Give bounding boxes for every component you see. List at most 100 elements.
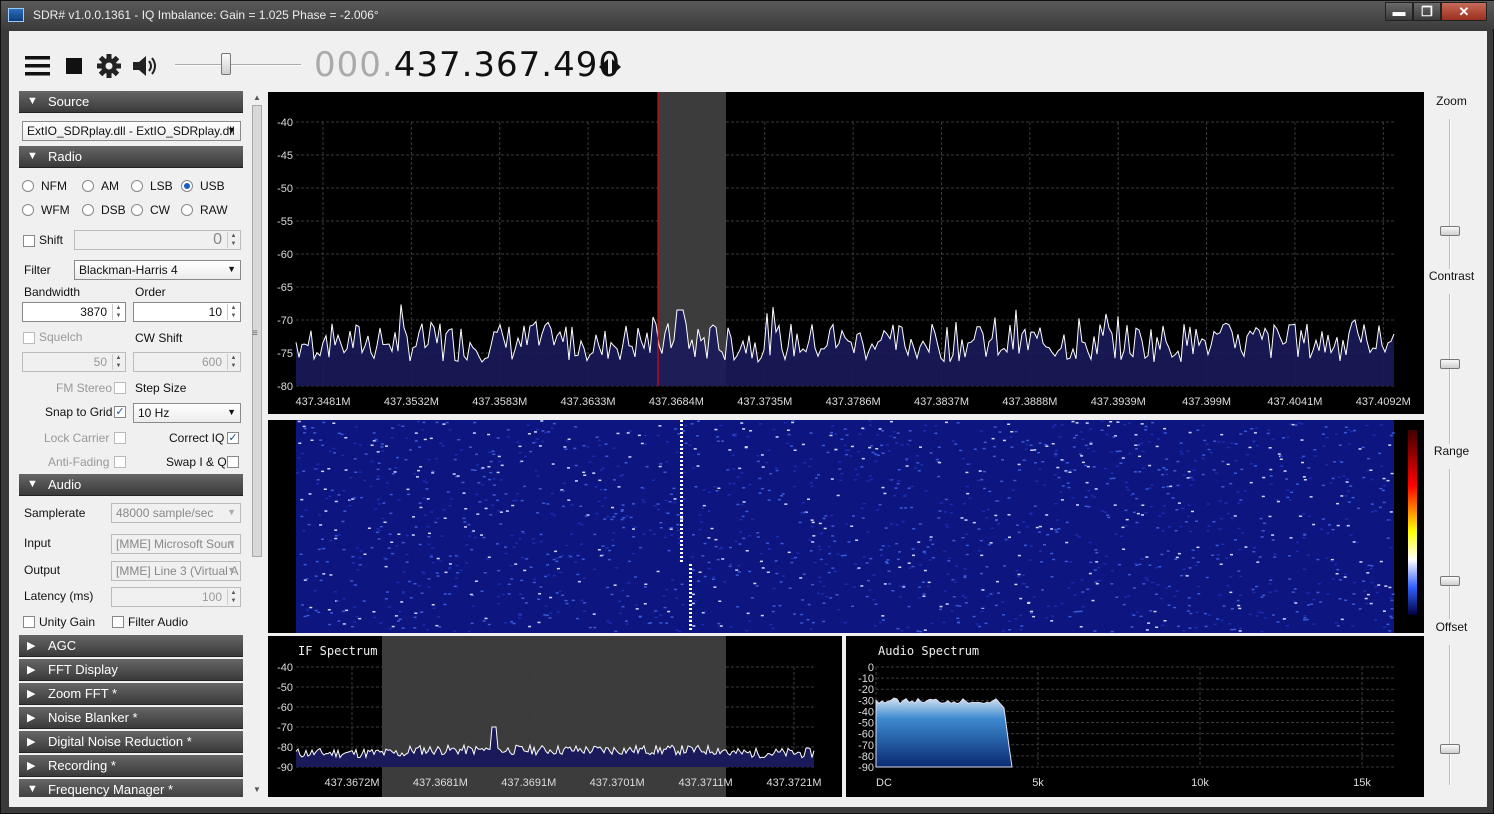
panel-scrollbar[interactable]: ▲ ▼ bbox=[250, 91, 264, 797]
section-header-fft-display[interactable]: ▶ FFT Display bbox=[19, 659, 243, 681]
contrast-slider-track[interactable] bbox=[1449, 294, 1451, 444]
splitter-grip-icon[interactable]: ≡ bbox=[252, 328, 258, 339]
mode-radio-nfm[interactable] bbox=[22, 180, 34, 192]
order-input[interactable]: 10 ▲ ▼ bbox=[133, 302, 241, 322]
filteraudio-checkbox[interactable] bbox=[112, 616, 124, 628]
range-slider-thumb[interactable] bbox=[1440, 576, 1460, 586]
source-device-select[interactable]: ExtIO_SDRplay.dll - ExtIO_SDRplay.dll ▼ bbox=[22, 121, 241, 141]
waterfall-pixel bbox=[677, 433, 681, 435]
waterfall-pixel bbox=[1019, 597, 1023, 600]
squelch-input[interactable]: 50 ▲ ▼ bbox=[22, 352, 126, 372]
waterfall-pixel bbox=[398, 618, 402, 620]
waterfall-pixel bbox=[430, 511, 434, 513]
waterfall-pixel bbox=[588, 626, 592, 629]
volume-slider-thumb[interactable] bbox=[221, 53, 232, 75]
audio-input-select[interactable]: [MME] Microsoft Soun ▼ bbox=[111, 534, 241, 554]
section-header-agc[interactable]: ▶ AGC bbox=[19, 635, 243, 657]
waterfall-pixel bbox=[893, 436, 897, 439]
main-spectrum-plot[interactable]: -40-45-50-55-60-65-70-75-80437.3481M 437.… bbox=[268, 92, 1424, 417]
waterfall-pixel bbox=[345, 609, 349, 612]
waterfall-pixel bbox=[693, 600, 697, 602]
mode-radio-wfm[interactable] bbox=[22, 204, 34, 216]
squelch-checkbox[interactable] bbox=[23, 332, 35, 344]
offset-slider-track[interactable] bbox=[1449, 645, 1451, 785]
zoom-slider-thumb[interactable] bbox=[1440, 226, 1460, 236]
audio-output-select[interactable]: [MME] Line 3 (Virtual A ▼ bbox=[111, 561, 241, 581]
waterfall-pixel bbox=[1115, 596, 1119, 598]
mode-radio-lsb[interactable] bbox=[131, 180, 143, 192]
contrast-slider-thumb[interactable] bbox=[1440, 359, 1460, 369]
latency-input[interactable]: 100 ▲ ▼ bbox=[111, 587, 241, 607]
mode-radio-cw[interactable] bbox=[131, 204, 143, 216]
stepsize-select[interactable]: 10 Hz ▼ bbox=[133, 403, 241, 423]
audio-header[interactable]: ▼ Audio bbox=[19, 474, 243, 496]
waterfall-pixel bbox=[934, 424, 938, 427]
shift-checkbox[interactable] bbox=[23, 235, 35, 247]
frequency-display[interactable]: 000.437.367.490 bbox=[314, 45, 621, 85]
scroll-up-icon[interactable]: ▲ bbox=[253, 93, 261, 102]
waterfall-pixel bbox=[1230, 517, 1234, 519]
frequency-manager-header[interactable]: ▼ Frequency Manager * bbox=[19, 779, 243, 797]
range-slider-track[interactable] bbox=[1449, 469, 1451, 619]
waterfall-pixel bbox=[1171, 497, 1175, 499]
swapiq-checkbox[interactable] bbox=[227, 456, 239, 468]
waterfall-display[interactable] bbox=[268, 420, 1424, 633]
arrow-left-right-icon[interactable] bbox=[598, 57, 624, 77]
stop-icon[interactable] bbox=[66, 58, 83, 75]
samplerate-select[interactable]: 48000 sample/sec ▼ bbox=[111, 503, 241, 523]
waterfall-pixel bbox=[809, 628, 813, 630]
lockcarrier-checkbox[interactable] bbox=[114, 432, 126, 444]
snap-checkbox[interactable]: ✓ bbox=[114, 406, 126, 418]
fmstereo-checkbox[interactable] bbox=[114, 382, 126, 394]
bandwidth-input[interactable]: 3870 ▲ ▼ bbox=[22, 302, 126, 322]
waterfall-pixel bbox=[766, 542, 769, 545]
antifading-checkbox[interactable] bbox=[114, 456, 126, 468]
minimize-button[interactable]: ▬ bbox=[1385, 2, 1413, 21]
waterfall-pixel bbox=[552, 575, 556, 577]
waterfall-pixel bbox=[1195, 520, 1199, 522]
waterfall-pixel bbox=[613, 584, 617, 586]
correctiq-checkbox[interactable]: ✓ bbox=[227, 432, 239, 444]
close-button[interactable]: ✕ bbox=[1441, 2, 1487, 21]
cwshift-input[interactable]: 600 ▲ ▼ bbox=[133, 352, 241, 372]
mode-radio-raw[interactable] bbox=[181, 204, 193, 216]
waterfall-pixel bbox=[1068, 615, 1072, 618]
section-header-zoom-fft[interactable]: ▶ Zoom FFT * bbox=[19, 683, 243, 705]
audio-spectrum-plot[interactable]: Audio Spectrum0-10-20-30-40-50-60-70-80-… bbox=[846, 636, 1424, 797]
section-header-digital-noise-reduction[interactable]: ▶ Digital Noise Reduction * bbox=[19, 731, 243, 753]
waterfall-pixel bbox=[412, 516, 415, 518]
unitygain-checkbox[interactable] bbox=[23, 616, 35, 628]
scroll-down-icon[interactable]: ▼ bbox=[253, 785, 261, 794]
waterfall-pixel bbox=[896, 627, 900, 630]
maximize-button[interactable]: ❐ bbox=[1413, 2, 1441, 21]
speaker-icon[interactable] bbox=[132, 54, 160, 78]
waterfall-pixel bbox=[532, 581, 536, 584]
gear-icon[interactable] bbox=[96, 53, 122, 79]
if-spectrum-plot[interactable]: IF Spectrum-40-50-60-70-80-90437.3672M 43… bbox=[268, 636, 842, 797]
hamburger-icon[interactable] bbox=[25, 55, 51, 77]
waterfall-pixel bbox=[300, 452, 304, 455]
waterfall-pixel bbox=[418, 502, 422, 504]
waterfall-pixel bbox=[1166, 492, 1170, 495]
waterfall-pixel bbox=[694, 486, 698, 488]
waterfall-pixel bbox=[997, 522, 1001, 525]
waterfall-pixel bbox=[659, 527, 663, 529]
source-header[interactable]: ▼ Source bbox=[19, 91, 243, 113]
section-header-noise-blanker[interactable]: ▶ Noise Blanker * bbox=[19, 707, 243, 729]
waterfall-pixel bbox=[1010, 431, 1014, 433]
radio-header[interactable]: ▼ Radio bbox=[19, 146, 243, 168]
section-header-recording[interactable]: ▶ Recording * bbox=[19, 755, 243, 777]
mode-radio-am[interactable] bbox=[82, 180, 94, 192]
offset-slider-thumb[interactable] bbox=[1440, 744, 1460, 754]
zoom-slider-track[interactable] bbox=[1449, 119, 1451, 269]
shift-input[interactable]: 0 ▲ ▼ bbox=[74, 230, 241, 250]
filter-select[interactable]: Blackman-Harris 4 ▼ bbox=[74, 260, 241, 280]
mode-radio-usb[interactable] bbox=[181, 180, 193, 192]
volume-slider-track[interactable] bbox=[175, 64, 301, 66]
waterfall-pixel bbox=[898, 566, 902, 568]
waterfall-pixel bbox=[1088, 572, 1092, 575]
waterfall-pixel bbox=[1030, 449, 1034, 451]
waterfall-pixel bbox=[582, 471, 586, 474]
waterfall-pixel bbox=[1189, 476, 1193, 479]
mode-radio-dsb[interactable] bbox=[82, 204, 94, 216]
